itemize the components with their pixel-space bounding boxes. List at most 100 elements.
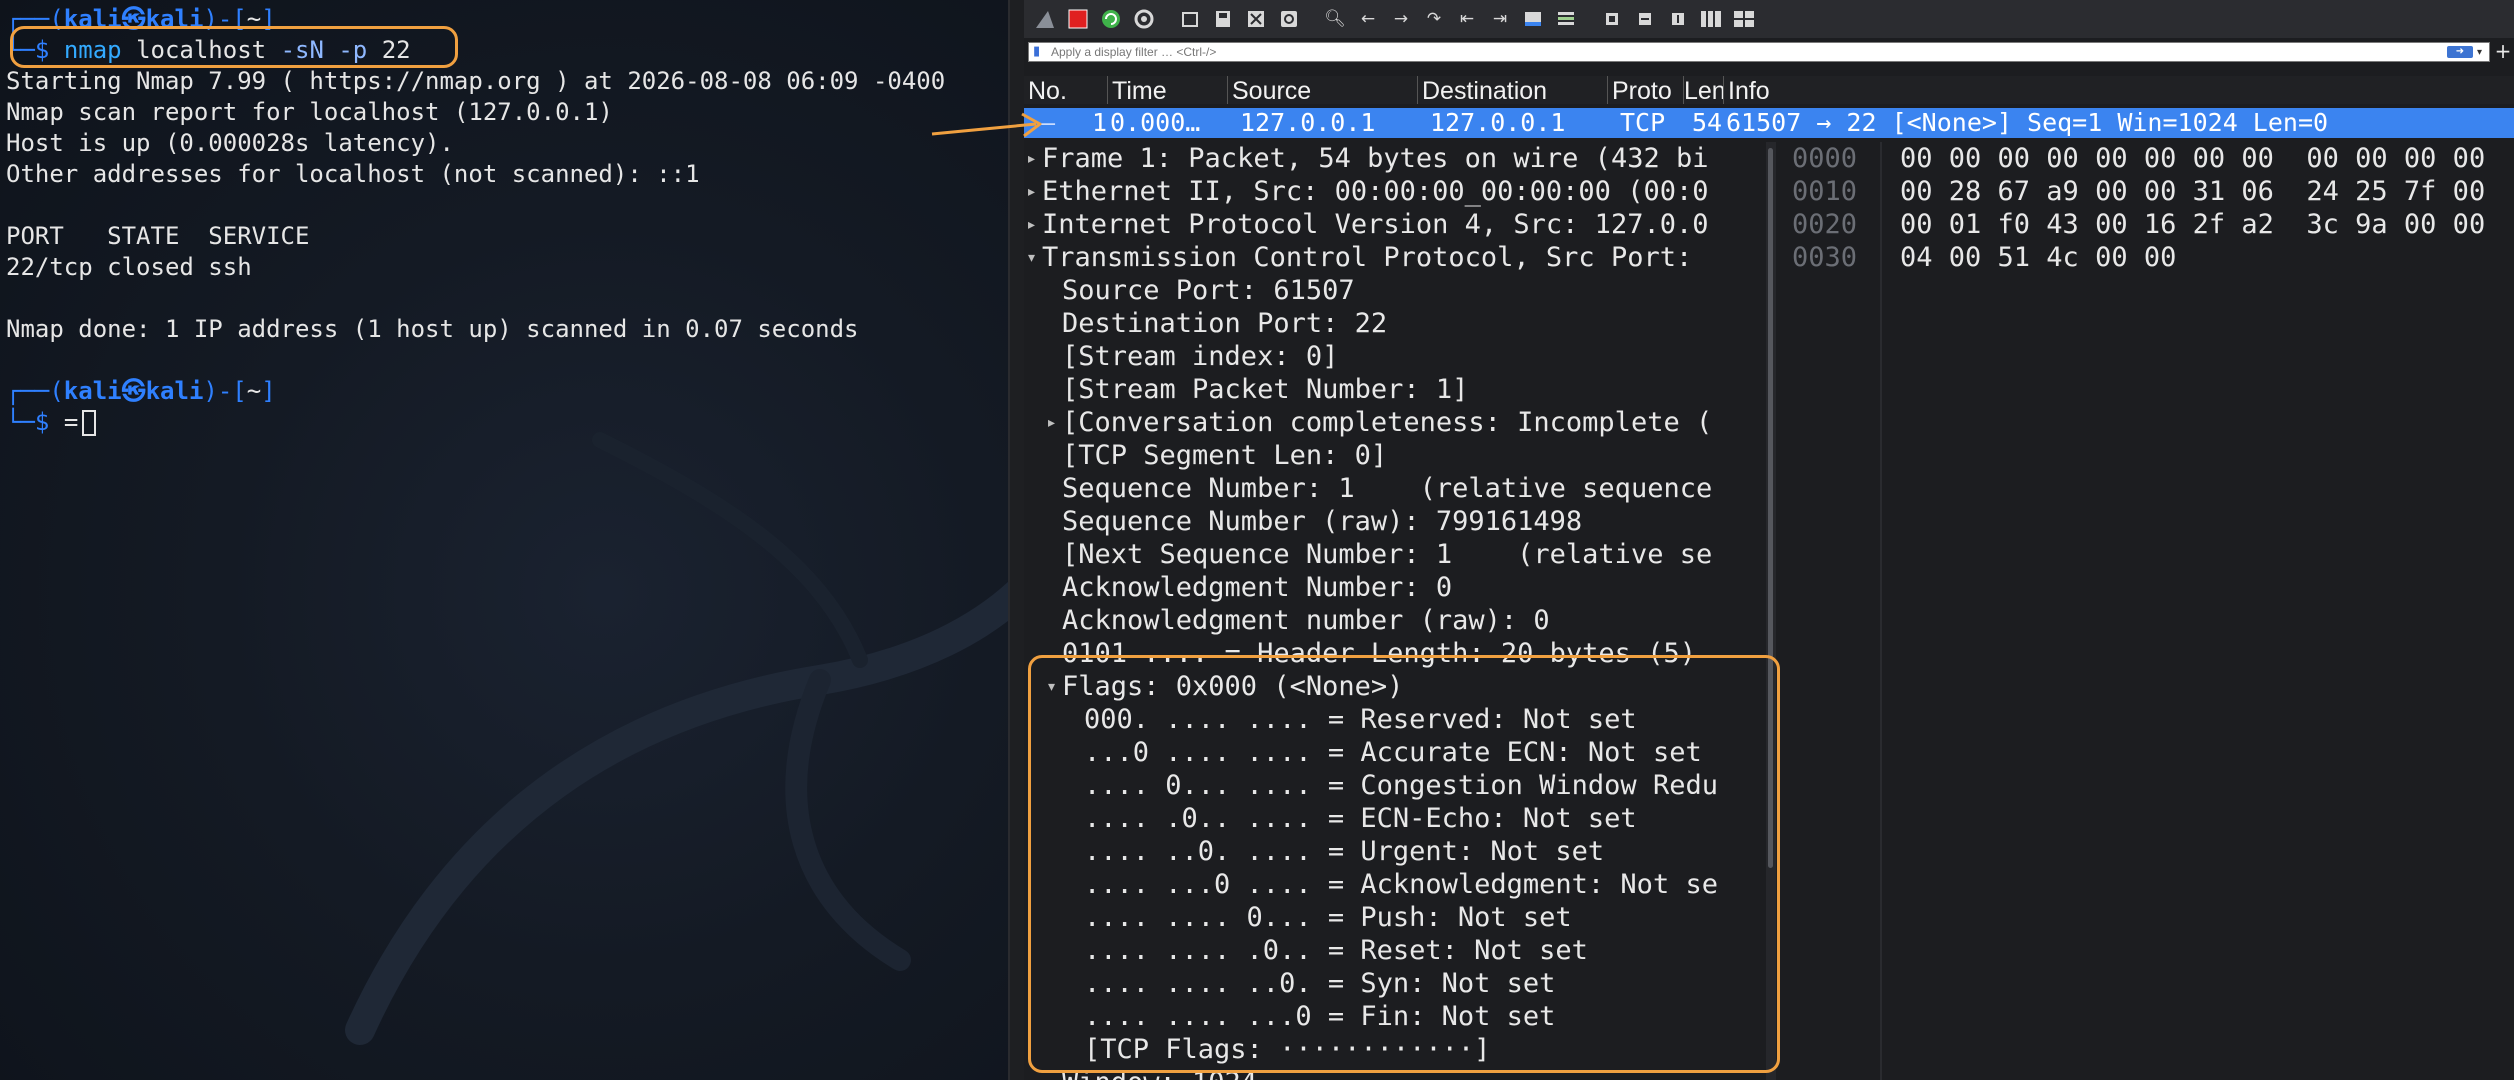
detail-tree-item[interactable]: Source Port: 61507 [1048,274,1355,307]
hex-bytes[interactable]: 04 00 51 4c 00 00 [1900,241,2176,274]
column-header-length[interactable]: Len [1684,76,1724,104]
display-filter-bar: ▮ ➜ ▾ [1028,42,2490,62]
detail-tree-item-text: .... .0.. .... = ECN-Echo: Not set [1084,803,1637,834]
hex-bytes[interactable]: 00 00 00 00 00 00 00 00 00 00 00 00 [1900,142,2485,175]
resize-columns-icon[interactable] [1698,6,1724,32]
capture-options-gear-icon[interactable] [1131,6,1157,32]
detail-tree-item[interactable]: [Next Sequence Number: 1 (relative se [1048,538,1712,571]
detail-tree-item[interactable]: ▸ Frame 1: Packet, 54 bytes on wire (432 … [1028,142,1708,175]
detail-tree-item[interactable]: [TCP Segment Len: 0] [1048,439,1387,472]
expand-arrow-icon[interactable]: ▸ [1048,407,1062,440]
expand-arrow-icon[interactable]: ▸ [1028,209,1042,242]
detail-tree-item[interactable]: .... ...0 .... = Acknowledgment: Not se [1070,868,1718,901]
column-header-protocol[interactable]: Proto [1608,76,1684,104]
detail-tree-item[interactable]: [Stream Packet Number: 1] [1048,373,1468,406]
detail-tree-item[interactable]: ...0 .... .... = Accurate ECN: Not set [1070,736,1702,769]
hex-bytes[interactable]: 00 28 67 a9 00 00 31 06 24 25 7f 00 [1900,175,2485,208]
zoom-normal-icon[interactable] [1665,6,1691,32]
detail-tree-item-text: .... 0... .... = Congestion Window Redu [1084,770,1718,801]
column-header-time[interactable]: Time [1108,76,1228,104]
restart-capture-icon[interactable] [1098,6,1124,32]
detail-tree-item[interactable]: [Stream index: 0] [1048,340,1338,373]
hex-bytes[interactable]: 00 01 f0 43 00 16 2f a2 3c 9a 00 00 [1900,208,2485,241]
layout-grid-icon[interactable] [1731,6,1757,32]
apply-filter-arrow-icon[interactable]: ➜ [2447,46,2473,58]
collapse-arrow-icon[interactable]: ▾ [1048,671,1062,704]
packet-bytes-pane[interactable]: 0000 00 00 00 00 00 00 00 00 00 00 00 00 0… [1776,142,2514,1080]
wireshark-window: 🔍︎ ← → ↷ ⇤ ⇥ ▮ ➜ ▾ + No. Time Source Des… [1024,0,2514,1080]
detail-tree-item[interactable]: .... .... ..0. = Syn: Not set [1070,967,1555,1000]
detail-tree-item[interactable]: Destination Port: 22 [1048,307,1387,340]
packet-source: 127.0.0.1 [1240,108,1376,137]
detail-tree-item[interactable]: [TCP Flags: ············] [1070,1033,1490,1066]
detail-tree-item[interactable]: Sequence Number: 1 (relative sequence [1048,472,1712,505]
detail-tree-item[interactable]: .... .... .0.. = Reset: Not set [1070,934,1588,967]
detail-tree-item[interactable]: 000. .... .... = Reserved: Not set [1070,703,1637,736]
detail-tree-item[interactable]: ▸ Ethernet II, Src: 00:00:00_00:00:00 (00… [1028,175,1708,208]
prompt-marker: └─$ [6,408,50,436]
go-last-packet-icon[interactable]: ⇥ [1487,6,1513,32]
annotation-arrow [931,112,1042,138]
details-scrollbar[interactable] [1766,142,1776,1080]
detail-tree-item[interactable]: 0101 .... = Header Length: 20 bytes (5) [1048,637,1696,670]
packet-row-selected[interactable]: — 1 0.000… 127.0.0.1 127.0.0.1 TCP 54 61… [1024,108,2514,138]
find-packet-icon[interactable]: 🔍︎ [1322,6,1348,32]
stop-capture-icon[interactable] [1065,6,1091,32]
hex-offset: 0000 [1792,143,1858,174]
toolbar-separator [1586,6,1592,32]
detail-tree-item[interactable]: .... .0.. .... = ECN-Echo: Not set [1070,802,1637,835]
packet-details-pane[interactable]: ▸ Frame 1: Packet, 54 bytes on wire (432 … [1024,142,1766,1080]
detail-tree-item[interactable]: Acknowledgment Number: 0 [1048,571,1452,604]
detail-tree-item-text: Window: 1024 [1062,1067,1257,1080]
go-forward-icon[interactable]: → [1388,6,1414,32]
display-filter-input[interactable] [1051,44,2447,60]
details-scrollbar-thumb[interactable] [1768,148,1773,868]
command-port: 22 [381,36,411,64]
go-first-packet-icon[interactable]: ⇤ [1454,6,1480,32]
zoom-in-icon[interactable] [1599,6,1625,32]
expand-arrow-icon[interactable]: ▸ [1028,176,1042,209]
detail-tree-item[interactable]: .... ..0. .... = Urgent: Not set [1070,835,1604,868]
detail-tree-item[interactable]: Window: 1024 [1048,1066,1257,1080]
column-header-info[interactable]: Info [1724,76,2514,104]
prompt-path: ~ [246,5,262,33]
autoscroll-icon[interactable] [1520,6,1546,32]
zoom-out-icon[interactable] [1632,6,1658,32]
shark-fin-start-icon[interactable] [1032,6,1058,32]
column-header-source[interactable]: Source [1228,76,1418,104]
filter-history-dropdown-icon[interactable]: ▾ [2477,47,2489,58]
close-file-icon[interactable] [1243,6,1269,32]
detail-tree-item[interactable]: ▸ [Conversation completeness: Incomplete … [1048,406,1712,439]
colorize-icon[interactable] [1553,6,1579,32]
save-file-icon[interactable] [1210,6,1236,32]
detail-tree-item[interactable]: Sequence Number (raw): 799161498 [1048,505,1582,538]
add-filter-button-icon[interactable]: + [2494,40,2512,62]
collapse-arrow-icon[interactable]: ▾ [1028,242,1042,275]
terminal-input-line[interactable]: └─$ = [6,407,945,438]
bookmark-icon[interactable]: ▮ [1033,45,1047,59]
prompt-mid: )-[ [203,5,247,33]
column-header-destination[interactable]: Destination [1418,76,1608,104]
detail-tree-item[interactable]: .... .... 0... = Push: Not set [1070,901,1572,934]
detail-tree-item-text: [Stream Packet Number: 1] [1062,374,1469,405]
detail-tree-item[interactable]: ▸ Internet Protocol Version 4, Src: 127.0… [1028,208,1708,241]
reload-file-icon[interactable] [1276,6,1302,32]
go-to-packet-icon[interactable]: ↷ [1421,6,1447,32]
open-file-icon[interactable] [1177,6,1203,32]
detail-tree-item[interactable]: ▾ Flags: 0x000 (<None>) [1048,670,1403,703]
column-header-no[interactable]: No. [1024,76,1108,104]
detail-tree-item[interactable]: .... .... ...0 = Fin: Not set [1070,1000,1555,1033]
hex-offset: 0030 [1792,242,1858,273]
output-line: 22/tcp closed ssh [6,253,252,281]
detail-tree-item[interactable]: .... 0... .... = Congestion Window Redu [1070,769,1718,802]
detail-tree-item[interactable]: ▾ Transmission Control Protocol, Src Port… [1028,241,1708,274]
detail-tree-item[interactable]: Acknowledgment number (raw): 0 [1048,604,1550,637]
prompt-user: kali㉿kali [63,5,204,33]
go-back-icon[interactable]: ← [1355,6,1381,32]
terminal-window[interactable]: ┌──(kali㉿kali)-[~] └─$ nmap localhost -s… [0,0,1008,1080]
